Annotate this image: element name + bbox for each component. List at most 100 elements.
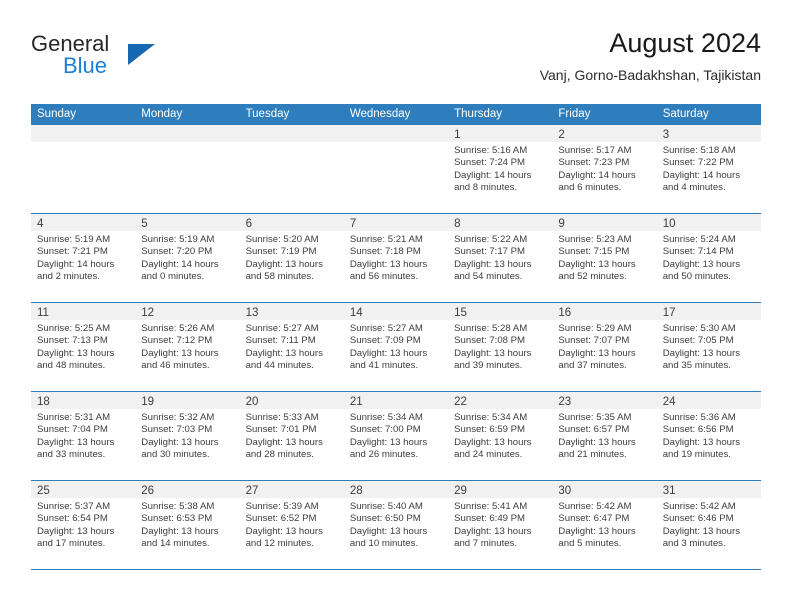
date-strip: 30 (552, 481, 657, 498)
day-cell[interactable]: 23 Sunrise: 5:35 AM Sunset: 6:57 PM Dayligh… (552, 392, 657, 480)
date-strip: 1 (448, 125, 553, 142)
date-strip (343, 125, 449, 142)
day-cell[interactable]: 4 Sunrise: 5:19 AM Sunset: 7:21 PM Daylight… (31, 214, 136, 302)
day-cell[interactable]: 8 Sunrise: 5:22 AM Sunset: 7:17 PM Daylight… (448, 214, 553, 302)
day-cell[interactable]: 5 Sunrise: 5:19 AM Sunset: 7:20 PM Daylight… (135, 214, 240, 302)
daylight-text-line1: Daylight: 13 hours (245, 525, 323, 537)
day-sun-info: Sunrise: 5:26 AM Sunset: 7:12 PM Daylight:… (135, 320, 239, 372)
sunset-text: Sunset: 6:56 PM (662, 424, 734, 436)
page-header: General Blue August 2024 Vanj, Gorno-Bad… (0, 0, 792, 100)
daylight-text-line1: Daylight: 13 hours (141, 436, 219, 448)
date-number: 2 (558, 129, 565, 141)
daylight-text-line2: and 10 minutes. (349, 537, 419, 549)
sunset-text: Sunset: 7:14 PM (662, 246, 734, 258)
day-cell[interactable]: 18 Sunrise: 5:31 AM Sunset: 7:04 PM Dayligh… (31, 392, 136, 480)
page-title: August 2024 (609, 28, 761, 58)
day-cell[interactable]: 21 Sunrise: 5:34 AM Sunset: 7:00 PM Dayligh… (343, 392, 449, 480)
sunrise-text: Sunrise: 5:18 AM (662, 145, 736, 156)
date-number: 19 (141, 396, 155, 408)
date-strip: 16 (552, 303, 657, 320)
day-cell[interactable]: 16 Sunrise: 5:29 AM Sunset: 7:07 PM Dayligh… (552, 303, 657, 391)
day-cell[interactable]: 1 Sunrise: 5:16 AM Sunset: 7:24 PM Daylight… (448, 125, 553, 213)
sunrise-text: Sunrise: 5:33 AM (245, 412, 319, 423)
daylight-text-line2: and 35 minutes. (662, 359, 731, 371)
day-cell[interactable]: 24 Sunrise: 5:36 AM Sunset: 6:56 PM Dayligh… (656, 392, 761, 480)
day-cell[interactable]: 26 Sunrise: 5:38 AM Sunset: 6:53 PM Dayligh… (135, 481, 240, 569)
weekday-header-monday: Monday (141, 108, 183, 120)
sunrise-text: Sunrise: 5:38 AM (141, 501, 215, 512)
daylight-text-line2: and 44 minutes. (245, 359, 314, 371)
date-strip: 26 (135, 481, 240, 498)
day-cell[interactable]: 15 Sunrise: 5:28 AM Sunset: 7:08 PM Dayligh… (448, 303, 553, 391)
day-cell[interactable]: 7 Sunrise: 5:21 AM Sunset: 7:18 PM Daylight… (343, 214, 449, 302)
daylight-text-line2: and 37 minutes. (558, 359, 627, 371)
weekday-header-tuesday: Tuesday (245, 108, 290, 120)
day-cell[interactable]: 29 Sunrise: 5:41 AM Sunset: 6:49 PM Dayligh… (448, 481, 553, 569)
day-cell[interactable]: 9 Sunrise: 5:23 AM Sunset: 7:15 PM Daylight… (552, 214, 657, 302)
sunset-text: Sunset: 6:49 PM (454, 513, 526, 525)
calendar-week-row: 25 Sunrise: 5:37 AM Sunset: 6:54 PM Dayligh… (31, 481, 761, 570)
day-cell[interactable]: 31 Sunrise: 5:42 AM Sunset: 6:46 PM Dayligh… (656, 481, 761, 569)
day-cell-empty (135, 125, 240, 213)
date-strip: 6 (239, 214, 344, 231)
sunset-text: Sunset: 6:59 PM (454, 424, 526, 436)
date-number: 4 (37, 218, 44, 230)
daylight-text-line2: and 8 minutes. (454, 181, 518, 193)
triangle-icon (128, 44, 155, 65)
day-cell[interactable]: 19 Sunrise: 5:32 AM Sunset: 7:03 PM Dayligh… (135, 392, 240, 480)
date-strip: 5 (135, 214, 240, 231)
day-cell[interactable]: 27 Sunrise: 5:39 AM Sunset: 6:52 PM Dayligh… (239, 481, 344, 569)
day-sun-info: Sunrise: 5:23 AM Sunset: 7:15 PM Daylight:… (552, 231, 656, 283)
day-cell[interactable]: 28 Sunrise: 5:40 AM Sunset: 6:50 PM Dayligh… (343, 481, 449, 569)
day-sun-info: Sunrise: 5:29 AM Sunset: 7:07 PM Daylight:… (552, 320, 656, 372)
calendar-week-row: 4 Sunrise: 5:19 AM Sunset: 7:21 PM Daylight… (31, 214, 761, 303)
day-cell[interactable]: 30 Sunrise: 5:42 AM Sunset: 6:47 PM Dayligh… (552, 481, 657, 569)
date-number: 11 (37, 307, 49, 319)
brand-logo[interactable]: General Blue (31, 31, 231, 83)
sunset-text: Sunset: 6:50 PM (349, 513, 421, 525)
daylight-text-line1: Daylight: 13 hours (662, 347, 741, 359)
sunset-text: Sunset: 7:05 PM (662, 335, 734, 347)
day-sun-info: Sunrise: 5:40 AM Sunset: 6:50 PM Daylight:… (344, 498, 448, 550)
weekday-header-wednesday: Wednesday (349, 108, 411, 120)
date-strip (135, 125, 240, 142)
date-strip: 3 (656, 125, 761, 142)
date-number: 23 (558, 396, 572, 408)
day-cell[interactable]: 6 Sunrise: 5:20 AM Sunset: 7:19 PM Daylight… (239, 214, 344, 302)
daylight-text-line2: and 14 minutes. (141, 537, 210, 549)
daylight-text-line2: and 3 minutes. (662, 537, 726, 549)
day-cell[interactable]: 2 Sunrise: 5:17 AM Sunset: 7:23 PM Daylight… (552, 125, 657, 213)
daylight-text-line2: and 19 minutes. (662, 448, 731, 460)
date-number: 28 (349, 485, 363, 497)
sunset-text: Sunset: 6:54 PM (37, 513, 108, 525)
date-number: 12 (141, 307, 155, 319)
day-cell[interactable]: 20 Sunrise: 5:33 AM Sunset: 7:01 PM Dayligh… (239, 392, 344, 480)
day-cell[interactable]: 17 Sunrise: 5:30 AM Sunset: 7:05 PM Dayligh… (656, 303, 761, 391)
daylight-text-line2: and 39 minutes. (454, 359, 523, 371)
date-strip: 15 (448, 303, 553, 320)
weekday-header-row: Sunday Monday Tuesday Wednesday Thursday Frid… (31, 104, 761, 125)
daylight-text-line1: Daylight: 14 hours (37, 258, 115, 270)
sunset-text: Sunset: 7:04 PM (37, 424, 108, 436)
daylight-text-line2: and 50 minutes. (662, 270, 731, 282)
calendar-page: General Blue August 2024 Vanj, Gorno-Bad… (0, 0, 792, 612)
daylight-text-line1: Daylight: 13 hours (662, 525, 741, 537)
sunset-text: Sunset: 7:11 PM (245, 335, 316, 347)
day-cell[interactable]: 11 Sunrise: 5:25 AM Sunset: 7:13 PM Dayligh… (31, 303, 136, 391)
day-cell[interactable]: 14 Sunrise: 5:27 AM Sunset: 7:09 PM Dayligh… (343, 303, 449, 391)
daylight-text-line1: Daylight: 14 hours (141, 258, 219, 270)
day-cell[interactable]: 12 Sunrise: 5:26 AM Sunset: 7:12 PM Dayligh… (135, 303, 240, 391)
daylight-text-line1: Daylight: 13 hours (141, 347, 219, 359)
date-strip: 28 (343, 481, 449, 498)
day-cell[interactable]: 10 Sunrise: 5:24 AM Sunset: 7:14 PM Dayligh… (656, 214, 761, 302)
day-cell[interactable]: 13 Sunrise: 5:27 AM Sunset: 7:11 PM Dayligh… (239, 303, 344, 391)
day-cell[interactable]: 25 Sunrise: 5:37 AM Sunset: 6:54 PM Dayligh… (31, 481, 136, 569)
sunset-text: Sunset: 7:03 PM (141, 424, 213, 436)
day-cell[interactable]: 3 Sunrise: 5:18 AM Sunset: 7:22 PM Daylight… (656, 125, 761, 213)
date-strip: 4 (31, 214, 136, 231)
day-cell[interactable]: 22 Sunrise: 5:34 AM Sunset: 6:59 PM Dayligh… (448, 392, 553, 480)
sunset-text: Sunset: 6:52 PM (245, 513, 317, 525)
date-strip: 18 (31, 392, 136, 409)
date-number: 6 (245, 218, 252, 230)
sunrise-text: Sunrise: 5:32 AM (141, 412, 215, 423)
